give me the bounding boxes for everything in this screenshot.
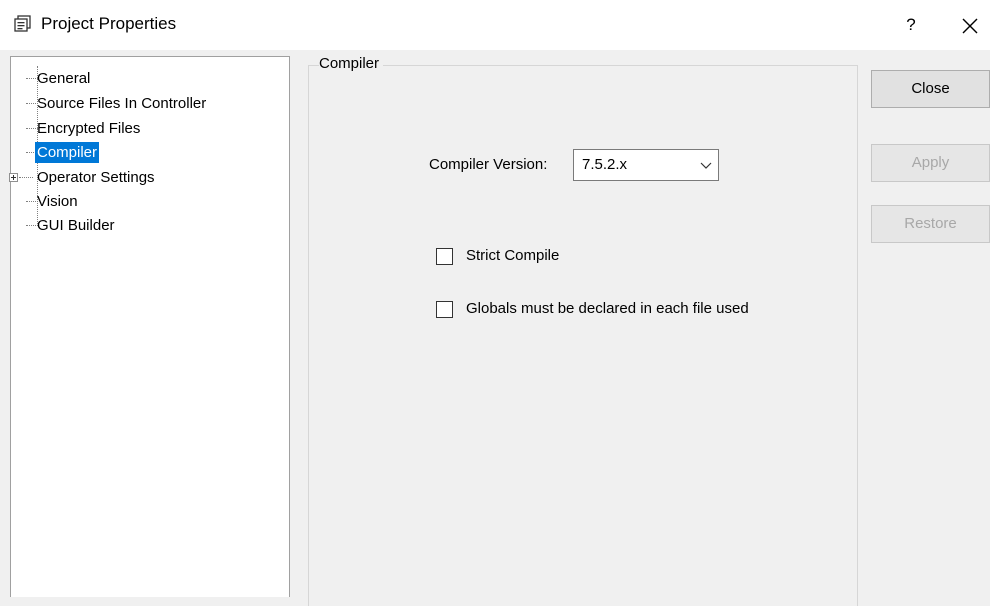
tree-item-operator-settings[interactable]: Operator Settings <box>9 167 281 188</box>
tree-item-label: GUI Builder <box>37 217 115 234</box>
expand-plus-icon[interactable] <box>9 173 18 182</box>
tree-item-compiler[interactable]: Compiler <box>11 142 281 163</box>
tree-item-label: Encrypted Files <box>37 120 141 137</box>
help-button[interactable]: ? <box>899 12 923 38</box>
strict-compile-label: Strict Compile <box>466 247 560 264</box>
tree-item-vision[interactable]: Vision <box>11 191 281 212</box>
globals-declared-checkbox[interactable] <box>436 301 453 318</box>
tree-item-general[interactable]: General <box>11 68 281 89</box>
apply-button[interactable]: Apply <box>871 144 990 182</box>
tree-item-gui-builder[interactable]: GUI Builder <box>11 215 281 236</box>
tree-item-source-files-in-controller[interactable]: Source Files In Controller <box>11 93 281 114</box>
compiler-version-select[interactable]: 7.5.2.x <box>573 149 719 181</box>
tree-item-encrypted-files[interactable]: Encrypted Files <box>11 118 281 139</box>
tree-item-label: Operator Settings <box>37 169 155 186</box>
compiler-version-value: 7.5.2.x <box>582 156 628 173</box>
compiler-group-box <box>308 65 858 606</box>
window-title: Project Properties <box>41 14 177 33</box>
category-tree[interactable]: General Source Files In Controller Encry… <box>9 56 290 597</box>
tree-item-label: Compiler <box>35 142 100 163</box>
close-icon[interactable] <box>957 13 983 39</box>
title-bar: Project Properties ? <box>0 0 990 50</box>
project-properties-icon <box>14 15 31 32</box>
compiler-version-label: Compiler Version: <box>429 156 548 173</box>
globals-declared-option[interactable]: Globals must be declared in each file us… <box>436 300 836 320</box>
close-button[interactable]: Close <box>871 70 990 108</box>
chevron-down-icon <box>700 162 712 169</box>
restore-button[interactable]: Restore <box>871 205 990 243</box>
strict-compile-checkbox[interactable] <box>436 248 453 265</box>
tree-item-label: Source Files In Controller <box>37 95 207 112</box>
compiler-group-title: Compiler <box>319 55 384 72</box>
strict-compile-option[interactable]: Strict Compile <box>436 247 616 267</box>
globals-declared-label: Globals must be declared in each file us… <box>466 300 749 317</box>
tree-item-label: Vision <box>37 193 78 210</box>
tree-item-label: General <box>37 70 91 87</box>
